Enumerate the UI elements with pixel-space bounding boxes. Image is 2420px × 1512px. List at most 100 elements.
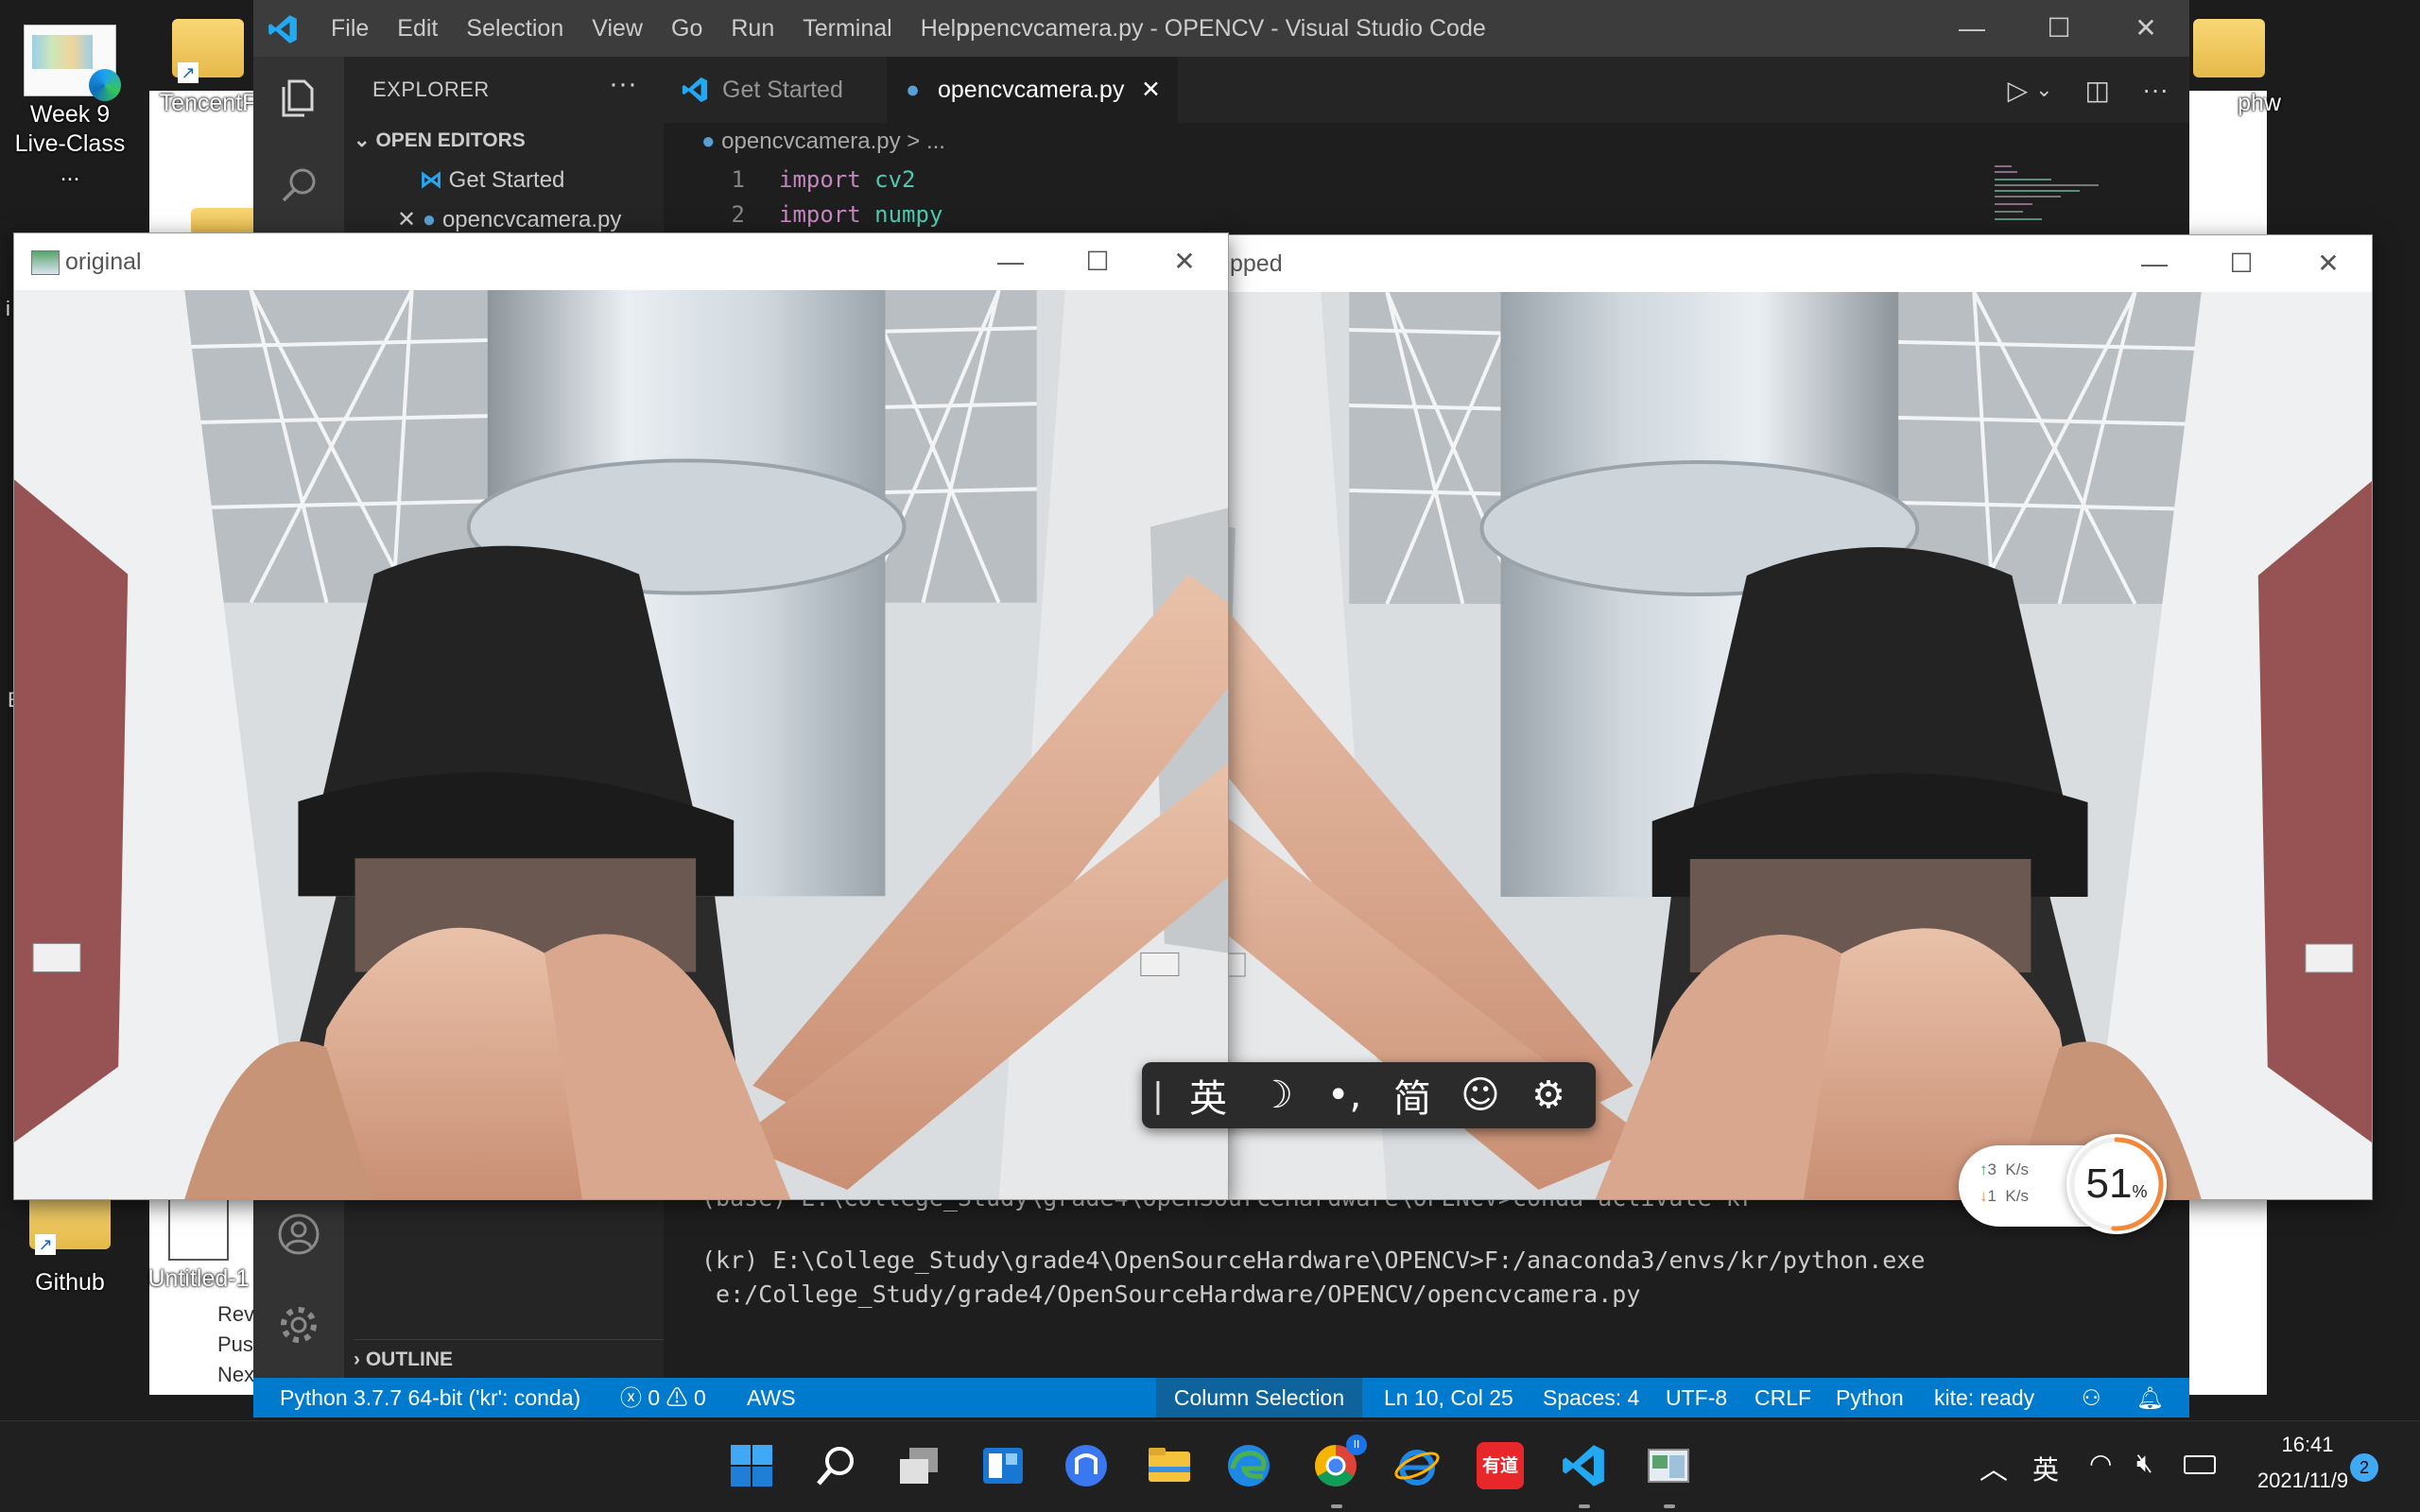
youdao-dictionary-icon[interactable]: 有道: [1477, 1442, 1524, 1489]
encoding-status[interactable]: UTF-8: [1666, 1378, 1727, 1418]
menu-selection[interactable]: Selection: [466, 15, 563, 43]
tray-ime-language[interactable]: 英: [2032, 1450, 2059, 1487]
run-menu-chevron-icon[interactable]: ⌄: [2035, 77, 2052, 102]
widgets-icon[interactable]: [979, 1442, 1027, 1489]
close-button[interactable]: ✕: [2102, 0, 2189, 57]
menu-edit[interactable]: Edit: [397, 15, 438, 43]
menu-view[interactable]: View: [592, 15, 643, 43]
ime-settings-icon[interactable]: ⚙: [1514, 1074, 1582, 1117]
vscode-titlebar: File Edit Selection View Go Run Terminal…: [253, 0, 2189, 57]
minimize-button[interactable]: —: [2111, 235, 2198, 292]
tab-get-started[interactable]: Get Started: [664, 57, 887, 123]
outline-section[interactable]: › OUTLINE: [354, 1339, 664, 1380]
close-button[interactable]: ✕: [1141, 233, 1228, 290]
network-speed-widget[interactable]: ↑3 K/s ↓1 K/s 51%: [1959, 1134, 2167, 1234]
tray-overflow-chevron-icon[interactable]: ︿: [1979, 1446, 2008, 1487]
ime-drag-handle[interactable]: |: [1142, 1076, 1174, 1115]
more-actions-button[interactable]: ···: [609, 68, 637, 100]
notification-count-badge[interactable]: 2: [2350, 1453, 2378, 1482]
lark-app-icon[interactable]: [1063, 1442, 1110, 1489]
breadcrumb-symbol[interactable]: ...: [926, 129, 945, 154]
opencv-window-taskbar-icon[interactable]: [1645, 1442, 1692, 1489]
close-button[interactable]: ✕: [2285, 235, 2372, 292]
python-file-icon: ●: [701, 129, 722, 154]
breadcrumb-separator: >: [907, 129, 921, 154]
minimize-button[interactable]: —: [1928, 0, 2015, 57]
minimize-button[interactable]: —: [967, 233, 1054, 290]
vscode-taskbar-icon[interactable]: [1560, 1442, 1607, 1489]
open-editor-opencvcamera[interactable]: ✕ ● opencvcamera.py: [397, 206, 621, 233]
chrome-browser-icon[interactable]: II: [1312, 1435, 1367, 1489]
more-actions-button[interactable]: ···: [2142, 75, 2169, 105]
minimap[interactable]: [1995, 161, 2184, 227]
search-icon[interactable]: [813, 1442, 860, 1489]
menu-go[interactable]: Go: [671, 15, 702, 43]
tab-close-icon[interactable]: ✕: [1141, 57, 1161, 123]
menu-help[interactable]: Help: [921, 15, 969, 43]
file-explorer-icon[interactable]: [1146, 1442, 1193, 1489]
python-file-icon: ●: [422, 207, 442, 232]
windows-start-icon[interactable]: [728, 1442, 775, 1489]
task-view-icon[interactable]: [896, 1442, 943, 1489]
desktop-icon-label: Github: [35, 1269, 105, 1296]
clock-date[interactable]: 2021/11/9: [2237, 1469, 2369, 1493]
background-doc-fragment: Rev: [217, 1302, 255, 1326]
maximize-button[interactable]: ☐: [2015, 0, 2102, 57]
warning-icon: ⚠: [666, 1385, 694, 1410]
aws-status[interactable]: AWS: [747, 1378, 796, 1418]
memory-gauge[interactable]: 51%: [2066, 1134, 2167, 1234]
kite-status[interactable]: kite: ready: [1934, 1378, 2034, 1418]
explorer-files-icon[interactable]: [276, 76, 321, 121]
emoji-icon[interactable]: ☺: [1446, 1074, 1514, 1117]
gear-icon[interactable]: [276, 1302, 321, 1348]
line-number: 2: [731, 201, 745, 228]
search-icon[interactable]: [276, 163, 321, 208]
indentation-status[interactable]: Spaces: 4: [1543, 1378, 1639, 1418]
shortcut-arrow-icon: ↗: [35, 1234, 56, 1255]
code-editor[interactable]: 1 import cv2 2 import numpy: [664, 163, 943, 232]
eol-status[interactable]: CRLF: [1754, 1378, 1811, 1418]
desktop-icon-label: Week 9 Live-Class ...: [14, 101, 126, 186]
maximize-button[interactable]: ☐: [2198, 235, 2285, 292]
menu-terminal[interactable]: Terminal: [803, 15, 891, 43]
open-editors-section[interactable]: ⌄ OPEN EDITORS: [354, 129, 526, 152]
open-editor-get-started[interactable]: ⋈ Get Started: [420, 166, 564, 194]
menu-run[interactable]: Run: [731, 15, 774, 43]
volume-muted-icon[interactable]: 🔇︎: [2136, 1448, 2153, 1479]
desktop-icon-github[interactable]: ↗ Github: [4, 1193, 136, 1297]
account-icon[interactable]: [276, 1211, 321, 1257]
moon-icon[interactable]: ☽: [1242, 1074, 1310, 1117]
cursor-position-status[interactable]: Ln 10, Col 25: [1384, 1378, 1513, 1418]
error-icon: ⓧ: [620, 1385, 648, 1410]
menu-file[interactable]: File: [331, 15, 369, 43]
keyword-token: import: [779, 201, 861, 228]
column-selection-status[interactable]: Column Selection: [1156, 1378, 1362, 1418]
internet-explorer-icon[interactable]: [1393, 1442, 1441, 1489]
maximize-button[interactable]: ☐: [1054, 233, 1141, 290]
memory-percent: 51%: [2066, 1160, 2167, 1208]
ime-language-toggle[interactable]: 英: [1174, 1068, 1242, 1123]
tab-opencvcamera[interactable]: ● opencvcamera.py ✕: [887, 57, 1178, 123]
problems-status[interactable]: ⓧ 0 ⚠ 0: [620, 1378, 706, 1418]
split-editor-button[interactable]: ◫: [2085, 75, 2110, 106]
edge-browser-icon[interactable]: [1225, 1442, 1272, 1489]
breadcrumb-file[interactable]: opencvcamera.py: [721, 129, 900, 154]
language-mode-status[interactable]: Python: [1836, 1378, 1904, 1418]
notifications-bell-icon[interactable]: 🔔︎: [2136, 1378, 2164, 1418]
wifi-icon[interactable]: ◠: [2089, 1448, 2112, 1479]
clock-time[interactable]: 16:41: [2246, 1433, 2369, 1457]
python-interpreter-status[interactable]: Python 3.7.7 64-bit ('kr': conda): [280, 1378, 580, 1418]
close-icon[interactable]: ✕: [397, 207, 423, 232]
open-editor-label: Get Started: [448, 167, 565, 193]
breadcrumb: ● opencvcamera.py > ...: [701, 129, 945, 155]
desktop-icon-untitled[interactable]: Untitled-1: [132, 1193, 265, 1294]
terminal-panel[interactable]: (base) E:\College_Study\grade4\OpenSourc…: [664, 1181, 2189, 1380]
run-python-button[interactable]: ▷: [2008, 75, 2029, 106]
ime-charset-toggle[interactable]: 简: [1378, 1068, 1446, 1123]
feedback-icon[interactable]: ⚇: [2082, 1378, 2101, 1418]
battery-icon[interactable]: [2184, 1455, 2216, 1474]
punctuation-toggle-icon[interactable]: •,: [1310, 1074, 1378, 1117]
taskbar: II 有道 ︿ 英 ◠ 🔇︎ 16:41 2021/11/9 2: [0, 1420, 2420, 1512]
desktop-icon-week9[interactable]: Week 9 Live-Class ...: [4, 25, 136, 188]
webcam-image-original: [14, 290, 1228, 1199]
